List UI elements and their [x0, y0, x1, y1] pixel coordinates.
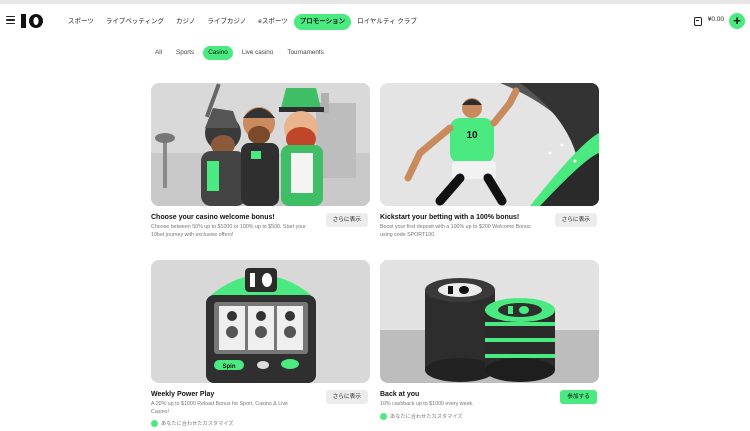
filter-all[interactable]: All [150, 46, 167, 60]
promo-description: A 20% up to $1000 Reload Bonus for Sport… [151, 401, 288, 415]
promo-title: Weekly Power Play [151, 391, 215, 398]
spin-label: Spin [223, 364, 236, 370]
promo-image-casino-characters [151, 83, 370, 206]
promo-card-back-at-you[interactable]: Back at you 10% cashback up to $1000 eve… [380, 260, 599, 420]
promo-description: 10% cashback up to $1000 every week. [380, 401, 474, 407]
personalized-icon [151, 420, 158, 428]
nav-live-casino[interactable]: ライブカジノ [201, 14, 252, 30]
deposit-plus-button[interactable]: + [729, 13, 745, 29]
nav-live-betting[interactable]: ライブベッティング [100, 14, 170, 30]
promo-image-football-player: 10 [380, 83, 599, 206]
main-nav: スポーツ ライブベッティング カジノ ライブカジノ eスポーツ プロモーション … [62, 14, 423, 30]
personalized-icon [380, 412, 387, 420]
promo-card-casino-welcome[interactable]: Choose your casino welcome bonus! Choose… [151, 83, 370, 239]
jersey-number: 10 [466, 130, 478, 141]
filter-sports[interactable]: Sports [171, 46, 199, 60]
promo-filter-tabs: All Sports Casino Live casino Tournament… [150, 46, 329, 60]
balance-amount[interactable]: ¥0.00 [708, 16, 724, 23]
nav-loyalty-club[interactable]: ロイヤルティ クラブ [351, 14, 423, 30]
top-navbar: スポーツ ライブベッティング カジノ ライブカジノ eスポーツ プロモーション … [0, 4, 750, 38]
brand-logo[interactable] [21, 13, 45, 29]
promo-description: Boost your first deposit with a 100% up … [380, 224, 531, 238]
filter-tournaments[interactable]: Tournaments [282, 46, 328, 60]
more-button[interactable]: さらに表示 [554, 213, 597, 227]
promo-image-casino-chips [380, 260, 599, 383]
promo-card-sports-welcome[interactable]: 10 Kickstart your betting with a 100% bo… [380, 83, 599, 239]
filter-live-casino[interactable]: Live casino [237, 46, 279, 60]
personalized-tag: あなたに合わせたカスタマイズ [151, 420, 370, 428]
nav-sports[interactable]: スポーツ [62, 14, 100, 30]
join-button[interactable]: 参加する [560, 390, 597, 404]
nav-promotions[interactable]: プロモーション [293, 14, 352, 30]
promo-title: Kickstart your betting with a 100% bonus… [380, 214, 520, 221]
personalized-label: あなたに合わせたカスタマイズ [390, 413, 463, 420]
nav-esports[interactable]: eスポーツ [252, 14, 294, 30]
wallet-icon[interactable] [694, 17, 702, 26]
personalized-tag: あなたに合わせたカスタマイズ [380, 412, 599, 420]
promo-card-weekly-power-play[interactable]: Spin Weekly Power Play A 20% up to $1000… [151, 260, 370, 428]
promo-title: Back at you [380, 391, 420, 398]
hamburger-menu-icon[interactable] [6, 16, 15, 24]
promo-description: Choose between 50% up to $1000 or 100% u… [151, 224, 306, 238]
personalized-label: あなたに合わせたカスタマイズ [161, 421, 234, 428]
more-button[interactable]: さらに表示 [325, 213, 368, 227]
promo-title: Choose your casino welcome bonus! [151, 214, 275, 221]
promo-image-slot-machine: Spin [151, 260, 370, 383]
filter-casino[interactable]: Casino [203, 46, 233, 60]
nav-casino[interactable]: カジノ [170, 14, 201, 30]
more-button[interactable]: さらに表示 [325, 390, 368, 404]
